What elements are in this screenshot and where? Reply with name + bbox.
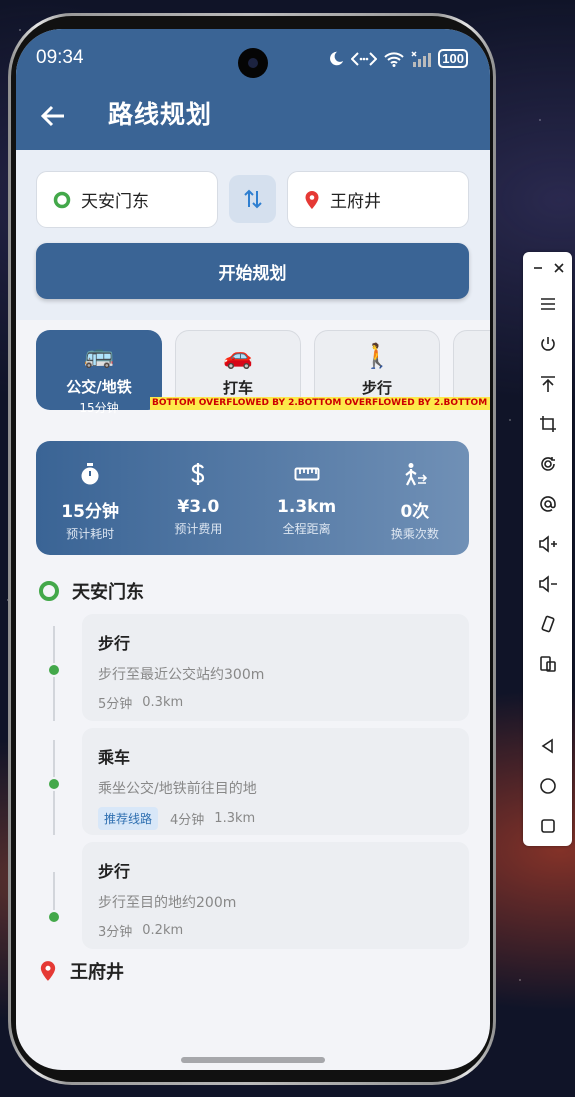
swap-button[interactable] [229, 175, 276, 223]
page-title: 路线规划 [108, 100, 213, 129]
recent-nav-icon [540, 819, 555, 833]
destination-name: 王府井 [70, 962, 124, 983]
timeline-dot [47, 663, 61, 677]
camera-cutout [238, 48, 268, 78]
signal-icon [411, 50, 432, 67]
swap-icon [243, 189, 262, 209]
timeline-destination: 王府井 [38, 958, 124, 984]
timeline-dot [47, 910, 61, 924]
crop-icon [539, 416, 556, 432]
status-time: 09:34 [36, 47, 84, 68]
step-card[interactable]: 步行 步行至目的地约200m 3分钟 0.2km [82, 842, 469, 949]
status-icons: 100 [327, 49, 468, 68]
stat-duration: 15分钟 预计耗时 [36, 441, 144, 555]
power-button[interactable] [523, 332, 572, 356]
origin-circle-icon [39, 581, 59, 601]
start-planning-button[interactable]: 开始规划 [36, 243, 469, 299]
back-nav-icon [541, 738, 553, 754]
at-icon [539, 496, 556, 512]
mode-tab-transit[interactable]: 🚌 公交/地铁 15分钟 [36, 330, 162, 415]
volume-down-icon [538, 575, 557, 593]
recommended-badge: 推荐线路 [98, 807, 159, 830]
origin-name: 天安门东 [72, 582, 144, 603]
close-icon [553, 263, 564, 273]
stopwatch-icon [81, 463, 99, 485]
pin-top-button[interactable] [523, 372, 572, 396]
car-icon: 🚗 [223, 342, 253, 370]
route-input-panel: 天安门东 王府井 开始规划 [16, 150, 490, 320]
destination-text: 王府井 [330, 192, 381, 212]
moon-icon [330, 51, 344, 66]
bus-icon: 🚌 [84, 341, 114, 369]
home-indicator[interactable] [181, 1057, 325, 1063]
wifi-icon [384, 51, 404, 67]
volume-up-icon [538, 535, 557, 553]
power-icon [540, 337, 555, 351]
origin-circle-icon [53, 191, 71, 208]
walking-icon: 🚶 [362, 342, 392, 370]
timeline-dot [47, 777, 61, 791]
mode-label: 公交/地铁 [66, 378, 132, 396]
rotate-button[interactable] [523, 452, 572, 476]
recent-nav-button[interactable] [523, 814, 572, 838]
destination-field[interactable]: 王府井 [287, 171, 469, 228]
app-screen: 09:34 100 路线规划 天安门东 王府井 开始规划 🚌 公交/地铁 15分… [16, 29, 490, 1070]
rotate-screen-icon [540, 615, 555, 633]
battery-indicator: 100 [438, 49, 468, 68]
overflow-warning: BOTTOM OVERFLOWED BY 2.BOTTOM OVERFLOWED… [150, 397, 490, 410]
menu-button[interactable] [523, 292, 572, 316]
multi-screen-button[interactable] [523, 652, 572, 676]
at-button[interactable] [523, 492, 572, 516]
back-nav-button[interactable] [523, 734, 572, 758]
pin-top-icon [540, 376, 555, 392]
dollar-icon [191, 463, 205, 485]
home-nav-button[interactable] [523, 774, 572, 798]
multi-screen-icon [539, 656, 556, 672]
timeline-origin: 天安门东 [38, 578, 144, 604]
volume-down-button[interactable] [523, 572, 572, 596]
mode-label: 步行 [361, 379, 392, 397]
volume-up-button[interactable] [523, 532, 572, 556]
crop-button[interactable] [523, 412, 572, 436]
stat-cost: ¥3.0 预计费用 [144, 441, 252, 555]
ruler-icon [294, 467, 320, 481]
step-card[interactable]: 乘车 乘坐公交/地铁前往目的地 推荐线路 4分钟 1.3km [82, 728, 469, 835]
rotate-icon [540, 457, 555, 471]
origin-text: 天安门东 [81, 192, 149, 212]
home-nav-icon [539, 778, 556, 794]
code-icon [351, 51, 378, 66]
location-pin-icon [40, 961, 56, 981]
route-summary-card: 15分钟 预计耗时 ¥3.0 预计费用 1.3km 全程距离 0次 换乘次数 [36, 441, 469, 555]
origin-field[interactable]: 天安门东 [36, 171, 218, 228]
mode-label: 打车 [222, 379, 253, 397]
stat-transfers: 0次 换乘次数 [361, 441, 469, 555]
menu-icon [540, 298, 555, 310]
close-button[interactable] [534, 256, 575, 280]
location-pin-icon [305, 190, 319, 209]
mode-duration: 15分钟 [79, 401, 119, 415]
step-card[interactable]: 步行 步行至最近公交站约300m 5分钟 0.3km [82, 614, 469, 721]
stat-distance: 1.3km 全程距离 [253, 441, 361, 555]
emulator-toolbar [523, 252, 572, 846]
app-header: 09:34 100 路线规划 [16, 29, 490, 150]
transfer-icon [405, 463, 428, 486]
rotate-screen-button[interactable] [523, 612, 572, 636]
back-arrow-icon[interactable] [38, 101, 68, 131]
